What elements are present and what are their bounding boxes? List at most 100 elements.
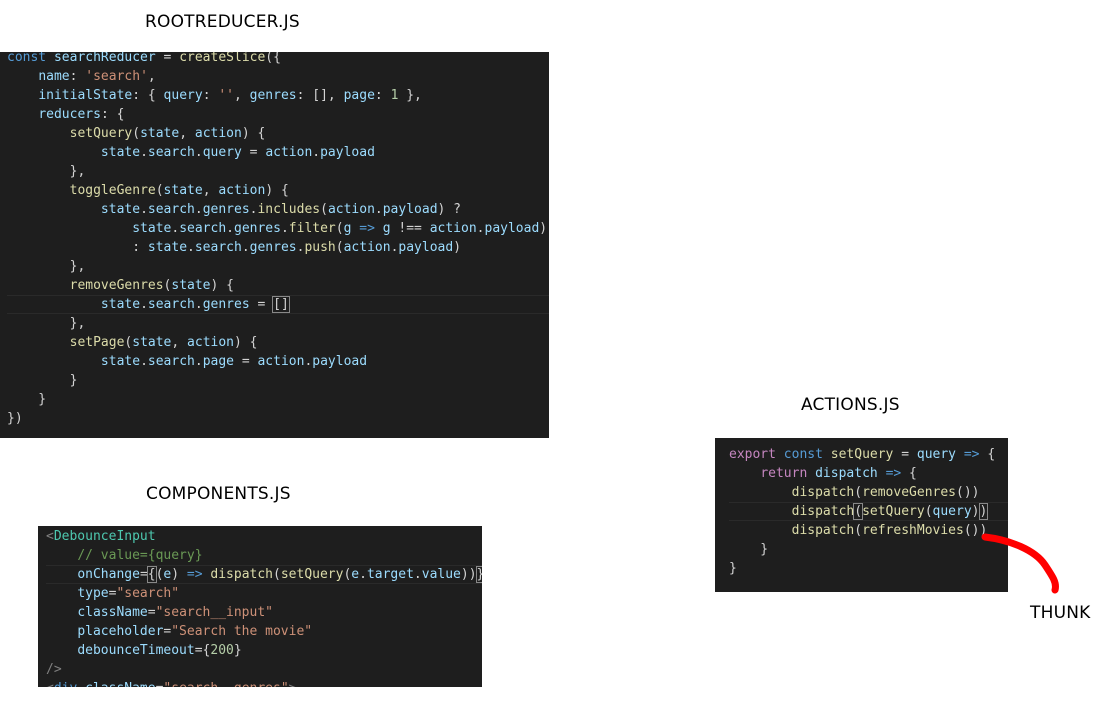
- code-token: }: [729, 561, 737, 576]
- code-token: }: [729, 542, 769, 557]
- code-token: ) ?: [437, 202, 462, 217]
- code-token: genres: [249, 240, 297, 255]
- code-token: ()): [956, 485, 980, 500]
- code-line: },: [7, 314, 549, 333]
- code-token: genres: [249, 88, 297, 103]
- actions-caption: ACTIONS.JS: [801, 395, 900, 415]
- code-token: =: [249, 297, 274, 312]
- code-token: query: [932, 504, 972, 519]
- code-token: search: [147, 145, 195, 160]
- code-token: state: [100, 145, 141, 160]
- code-line: // value={query}: [46, 546, 482, 565]
- code-line: setQuery(state, action) {: [7, 124, 549, 143]
- code-token: page: [202, 354, 234, 369]
- code-line: state.search.page = action.payload: [7, 352, 549, 371]
- code-token: (: [273, 567, 281, 582]
- code-token: .: [476, 221, 485, 236]
- code-token: action: [343, 240, 391, 255]
- code-token: className: [77, 605, 148, 620]
- code-token: (: [155, 567, 164, 582]
- code-line: : state.search.genres.push(action.payloa…: [7, 238, 549, 257]
- code-token: },: [7, 259, 86, 274]
- code-token: }: [7, 392, 47, 407]
- code-token: .: [413, 567, 422, 582]
- code-line: placeholder="Search the movie": [46, 622, 482, 641]
- code-token: .: [140, 354, 148, 369]
- code-line: dispatch(removeGenres()): [729, 483, 1008, 502]
- code-token: },: [7, 164, 86, 179]
- code-token: ={: [194, 643, 211, 658]
- code-token: const: [7, 52, 47, 65]
- code-line: setPage(state, action) {: [7, 333, 549, 352]
- code-token: genres: [202, 297, 250, 312]
- code-token: {: [901, 466, 917, 481]
- code-token: />: [46, 662, 62, 677]
- code-token: state: [147, 240, 188, 255]
- rootreducer-caption: ROOTREDUCER.JS: [145, 12, 300, 32]
- code-line: }: [729, 559, 1008, 578]
- code-line: className="search__input": [46, 603, 482, 622]
- code-token: (: [320, 202, 328, 217]
- code-token: "search__input": [155, 605, 273, 620]
- actions-code-panel: export const setQuery = query => { retur…: [715, 438, 1008, 592]
- code-line: name: 'search',: [7, 67, 549, 86]
- code-token: (: [854, 485, 863, 500]
- code-token: onChange: [77, 567, 140, 582]
- code-token: toggleGenre: [69, 183, 156, 198]
- code-token: action: [218, 183, 266, 198]
- code-token: )): [460, 567, 477, 582]
- code-line: reducers: {: [7, 105, 549, 124]
- code-token: e: [351, 567, 360, 582]
- code-token: type: [77, 586, 109, 601]
- code-token: search: [194, 240, 242, 255]
- code-token: 'search': [85, 69, 148, 84]
- code-token: div: [54, 681, 77, 687]
- code-token: }: [7, 373, 78, 388]
- code-line: removeGenres(state) {: [7, 276, 549, 295]
- code-token: ) {: [210, 278, 234, 293]
- code-token: =: [147, 605, 156, 620]
- code-token: g: [382, 221, 391, 236]
- code-line: return dispatch => {: [729, 464, 1008, 483]
- code-token: ) {: [265, 183, 289, 198]
- code-line: type="search": [46, 584, 482, 603]
- code-token: !==: [390, 221, 430, 236]
- thunk-label: THUNK: [1030, 603, 1091, 623]
- code-token: =>: [359, 221, 375, 236]
- code-line: state.search.genres = []: [7, 295, 549, 314]
- code-token: genres: [202, 202, 250, 217]
- code-token: page: [343, 88, 375, 103]
- code-token: search: [147, 202, 195, 217]
- code-token: }: [475, 566, 482, 583]
- code-token: =: [155, 52, 180, 65]
- code-token: (: [343, 567, 352, 582]
- code-token: :: [374, 88, 391, 103]
- code-token: },: [7, 316, 86, 331]
- code-token: action: [429, 221, 477, 236]
- code-token: =: [234, 354, 258, 369]
- code-token: state: [100, 297, 141, 312]
- code-token: dispatch: [791, 485, 855, 500]
- code-token: .: [280, 221, 289, 236]
- code-token: .: [140, 297, 148, 312]
- code-token: const: [783, 447, 823, 462]
- code-token: '': [218, 88, 234, 103]
- code-token: name: [38, 69, 70, 84]
- code-token: },: [398, 88, 422, 103]
- code-token: initialState: [38, 88, 133, 103]
- code-line: dispatch(setQuery(query)): [729, 502, 1008, 521]
- code-token: setQuery: [69, 126, 133, 141]
- code-token: ): [971, 504, 980, 519]
- code-token: // value={query}: [77, 548, 203, 563]
- code-token: payload: [312, 354, 368, 369]
- code-token: .: [194, 145, 203, 160]
